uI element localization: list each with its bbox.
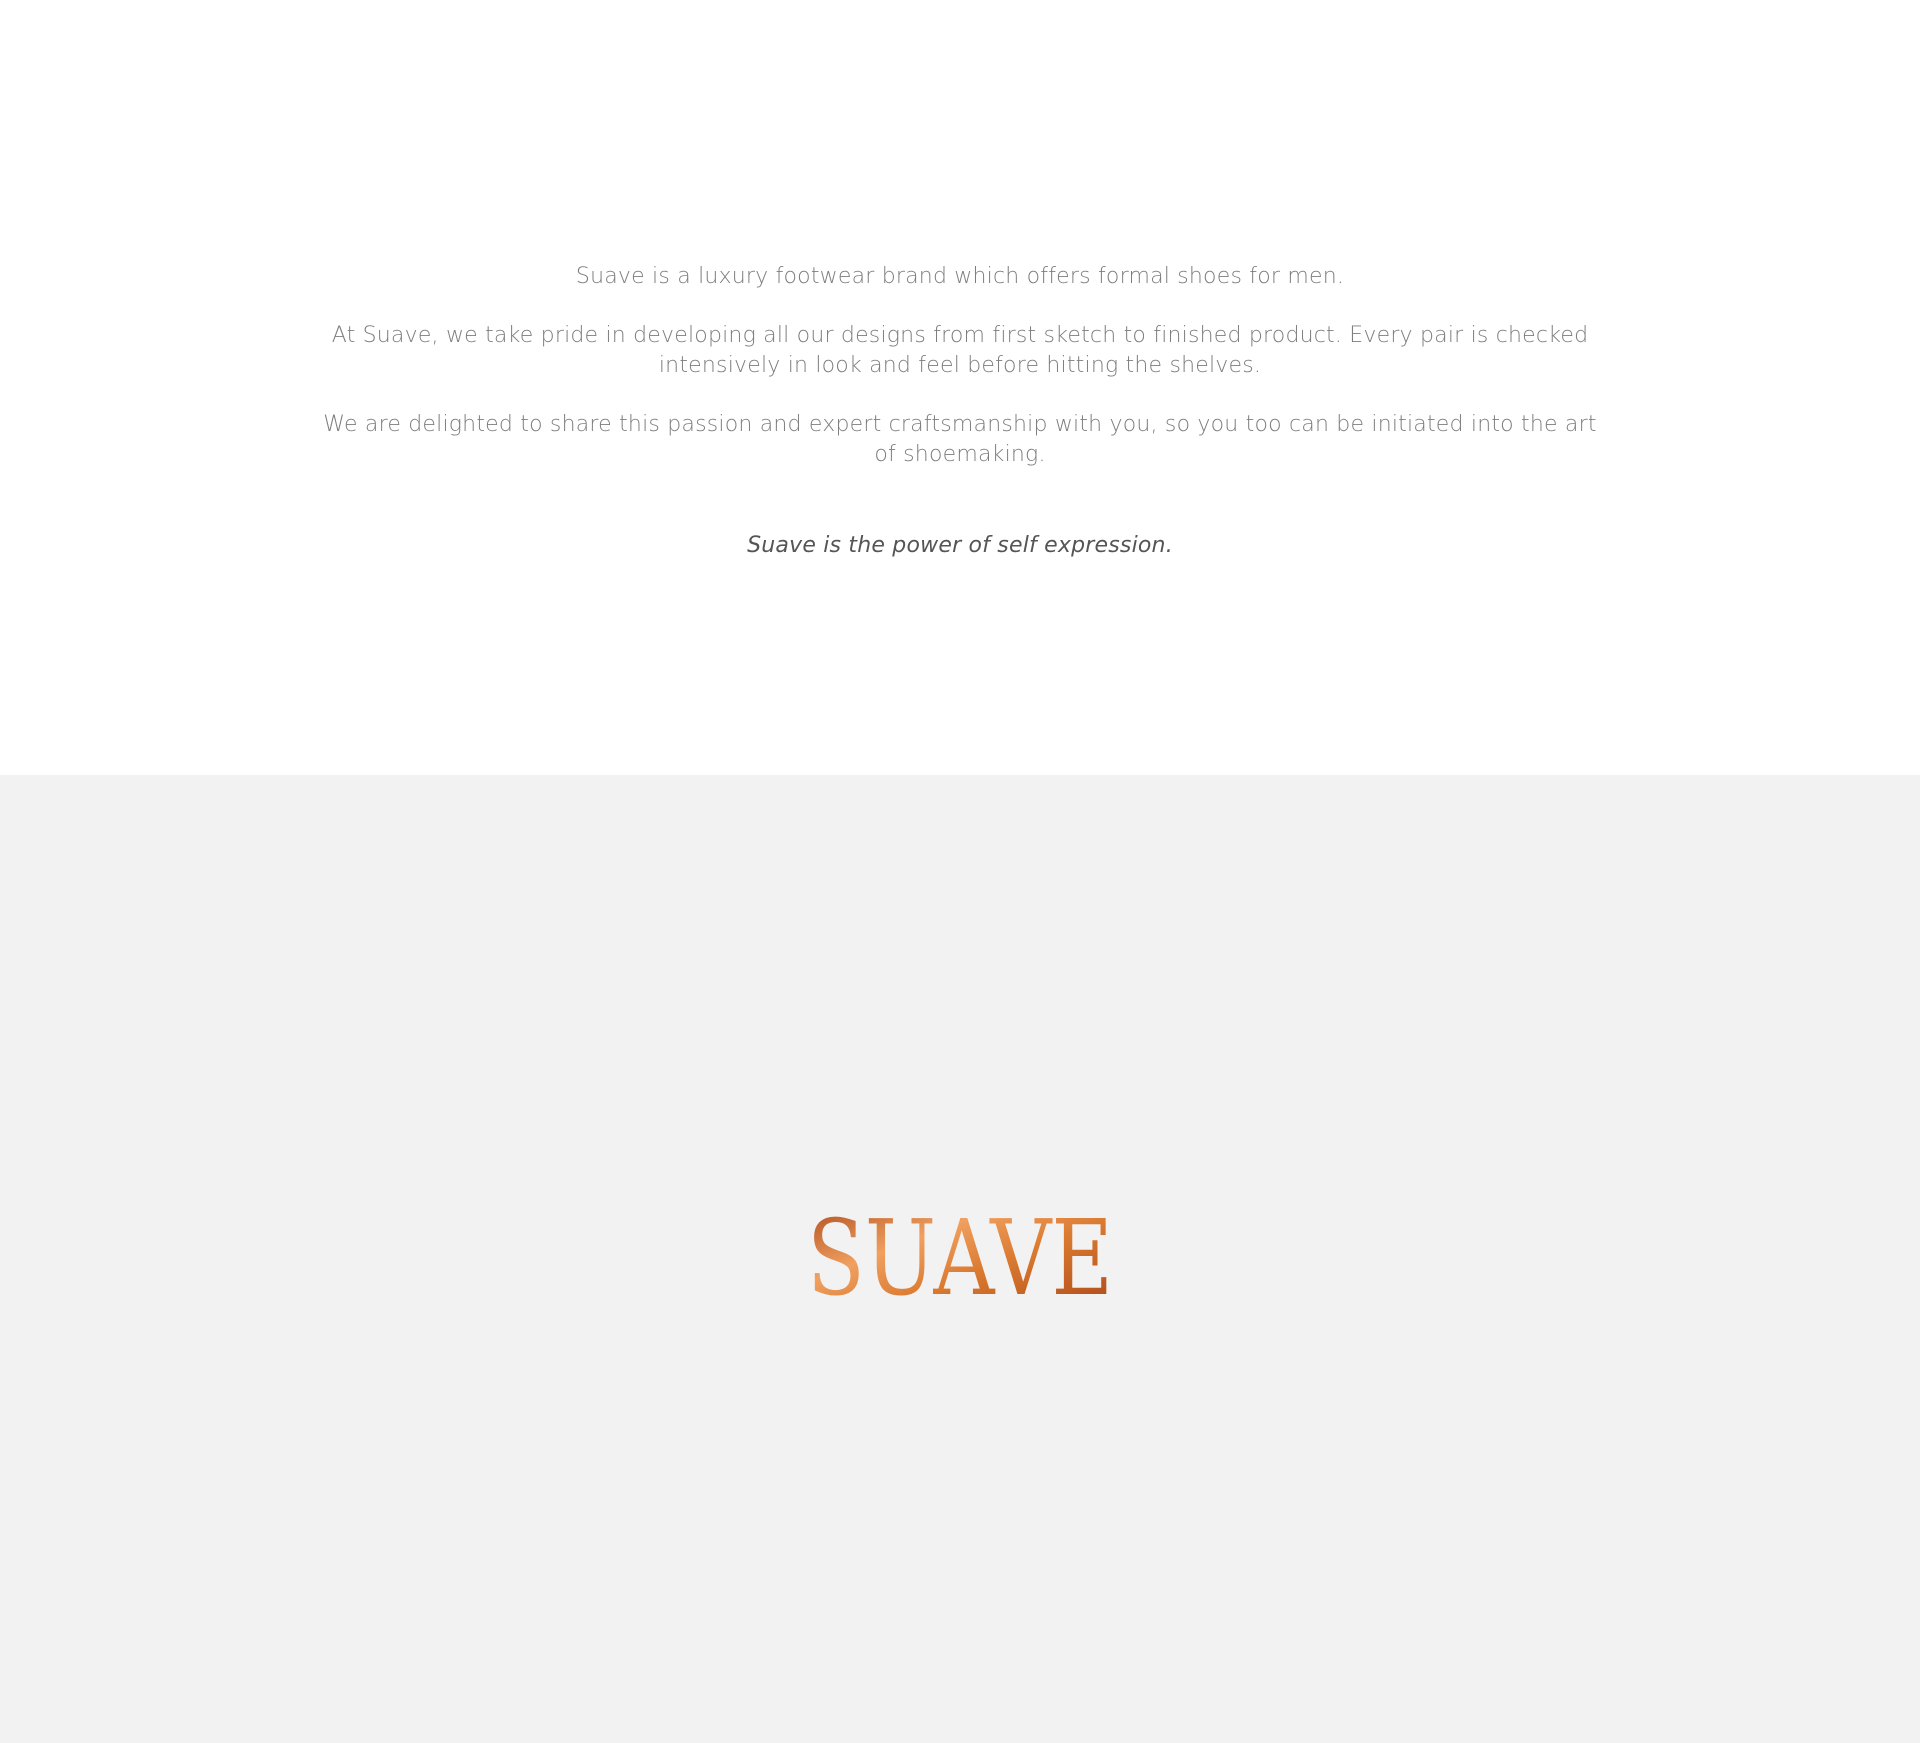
brand-tagline: Suave is the power of self expression. xyxy=(747,533,1173,558)
logo-wordmark: SUAVE xyxy=(807,1208,1113,1300)
page: Suave is a luxury footwear brand which o… xyxy=(0,0,1920,1743)
intro-text-block: Suave is a luxury footwear brand which o… xyxy=(310,262,1610,499)
intro-paragraph: At Suave, we take pride in developing al… xyxy=(331,323,1589,378)
intro-paragraph: We are delighted to share this passion a… xyxy=(323,412,1597,467)
suave-logo: SUAVE xyxy=(800,1208,1120,1300)
intro-section: Suave is a luxury footwear brand which o… xyxy=(0,0,1920,775)
intro-paragraph: Suave is a luxury footwear brand which o… xyxy=(575,264,1345,289)
